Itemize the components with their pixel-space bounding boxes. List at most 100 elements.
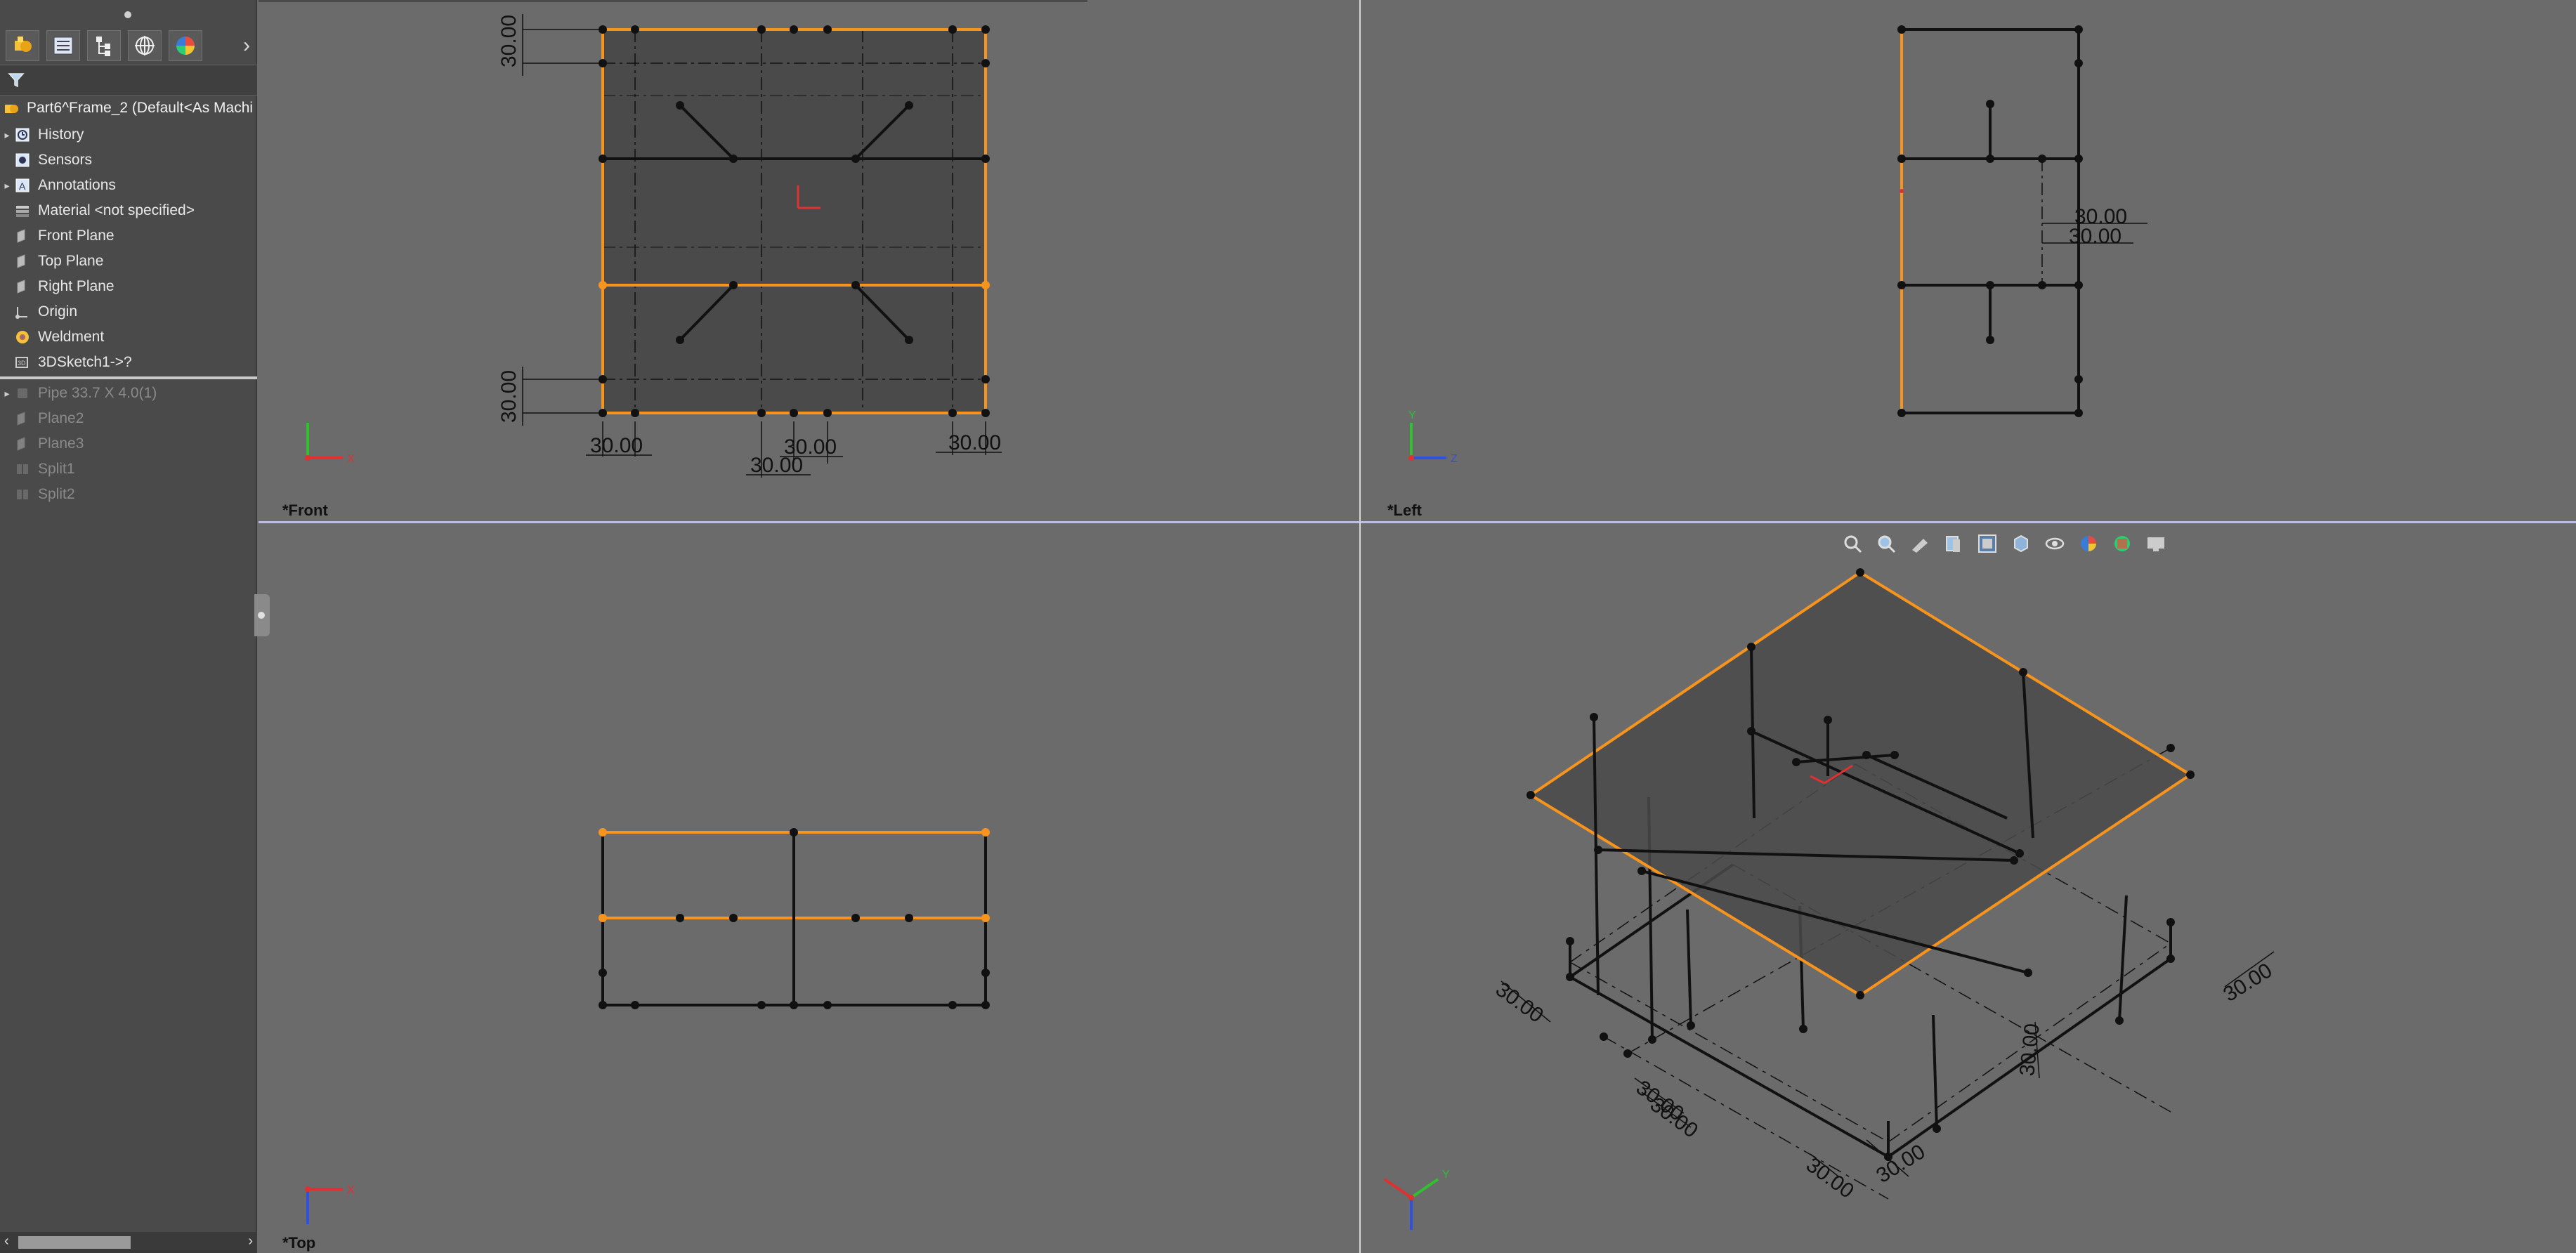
configuration-manager-icon — [96, 37, 110, 56]
hide-show-items-icon[interactable] — [2043, 532, 2067, 556]
viewport-front[interactable]: 30.00 30.00 30.00 30.00 30.00 30.00 X *Front — [259, 0, 1359, 522]
tree-item-3dsketch1[interactable]: 3D 3DSketch1->? — [0, 350, 257, 375]
feature-tree: Part6^Frame_2 (Default<As Machi ▸ History… — [0, 94, 257, 507]
sketch-point — [599, 155, 607, 163]
tree-item-right-plane[interactable]: Right Plane — [0, 274, 257, 299]
property-manager-tab[interactable] — [46, 30, 80, 61]
section-view-icon[interactable] — [1942, 532, 1966, 556]
dimension-label: 30.00 — [2069, 225, 2121, 248]
sketch-point — [981, 969, 990, 977]
sketch-point — [1856, 991, 1864, 999]
feature-manager-panel: › Part6^Frame_2 (Default<As Machi ▸ Histo… — [0, 0, 257, 1253]
selected-point — [599, 281, 607, 289]
selected-point — [599, 914, 607, 922]
expand-arrow-icon[interactable]: ▸ — [0, 180, 14, 192]
post-line — [1932, 1014, 1938, 1129]
tree-item-split2[interactable]: Split2 — [0, 482, 257, 507]
sketch-point — [1747, 727, 1756, 735]
sketch-point — [1590, 713, 1598, 721]
dimxpert-tab[interactable] — [128, 30, 162, 61]
expand-arrow-icon[interactable]: ▸ — [0, 129, 14, 141]
viewport-left[interactable]: 30.00 30.00 Z Y *Left — [1361, 0, 2576, 522]
apply-scene-icon[interactable] — [2110, 532, 2134, 556]
tree-item-label: Annotations — [38, 177, 116, 193]
axis-label-y: Y — [1408, 409, 1416, 421]
heads-up-view-toolbar — [1841, 528, 2168, 559]
feature-manager-tab[interactable] — [6, 30, 39, 61]
tree-item-plane2[interactable]: Plane2 — [0, 406, 257, 431]
top-view-sketch: X — [305, 828, 990, 1224]
coordinate-triad-icon: ZY — [1408, 409, 1458, 465]
zoom-to-fit-icon[interactable] — [1841, 532, 1864, 556]
sketch-point — [676, 101, 684, 110]
plane-icon — [14, 253, 31, 270]
pipe-icon — [14, 385, 31, 402]
sketch-point — [2015, 849, 2024, 858]
rollback-bar[interactable] — [0, 376, 257, 379]
sketch-point — [1792, 758, 1800, 766]
sketch-point — [823, 1001, 832, 1009]
panel-grip[interactable] — [0, 0, 256, 29]
sketch-point — [631, 409, 639, 417]
zoom-to-area-icon[interactable] — [1874, 532, 1898, 556]
sketch-point — [905, 101, 913, 110]
tabs-overflow-chevron-icon[interactable]: › — [243, 34, 250, 58]
feature-manager-icon — [15, 37, 32, 52]
tree-item-label: Pipe 33.7 X 4.0(1) — [38, 385, 157, 401]
scroll-right-icon[interactable]: › — [248, 1233, 253, 1249]
sketch-point — [1897, 155, 1906, 163]
configuration-manager-tab[interactable] — [87, 30, 121, 61]
origin-point — [1900, 189, 1904, 193]
sketch-point — [981, 375, 990, 383]
view-orientation-icon[interactable] — [1975, 532, 1999, 556]
dimension-label: 30.00 — [2015, 1023, 2044, 1077]
scroll-thumb[interactable] — [18, 1236, 131, 1249]
tree-item-split1[interactable]: Split1 — [0, 457, 257, 482]
sketch-point — [2019, 668, 2027, 676]
tree-item-label: Split1 — [38, 461, 75, 477]
origin-icon — [14, 303, 31, 320]
plane-icon — [14, 435, 31, 452]
sketch-point — [790, 409, 798, 417]
dimension-label: 30.00 — [497, 15, 521, 67]
sketch-point — [1566, 973, 1574, 981]
viewport-vertical-splitter[interactable] — [1359, 0, 1361, 1253]
tree-item-annotations[interactable]: ▸ A Annotations — [0, 173, 257, 198]
tree-horizontal-scrollbar[interactable]: ‹ › — [0, 1232, 257, 1253]
sketch-point — [2115, 1016, 2124, 1025]
tree-item-weldment[interactable]: Weldment — [0, 324, 257, 350]
dimension-label: 30.00 — [1802, 1153, 1858, 1203]
tree-item-pipe-33-7-x-4-0-1[interactable]: ▸ Pipe 33.7 X 4.0(1) — [0, 381, 257, 406]
sketch-point — [2074, 155, 2083, 163]
member-line — [1569, 976, 1889, 1158]
tree-item-sensors[interactable]: Sensors — [0, 147, 257, 173]
tree-item-front-plane[interactable]: Front Plane — [0, 223, 257, 249]
display-style-icon[interactable] — [2009, 532, 2033, 556]
previous-view-icon[interactable] — [1908, 532, 1932, 556]
viewport-horizontal-splitter[interactable] — [259, 521, 2576, 523]
edit-appearance-icon[interactable] — [2077, 532, 2100, 556]
sketch-point — [851, 155, 860, 163]
tree-item-label: Right Plane — [38, 278, 115, 294]
expand-arrow-icon[interactable]: ▸ — [0, 388, 14, 400]
sketch-point — [981, 1001, 990, 1009]
tree-item-material-not-specified[interactable]: Material <not specified> — [0, 198, 257, 223]
tree-item-origin[interactable]: Origin — [0, 299, 257, 324]
sketch-point — [1933, 1124, 1941, 1133]
scroll-left-icon[interactable]: ‹ — [4, 1233, 9, 1249]
sketch-point — [790, 1001, 798, 1009]
selected-point — [599, 828, 607, 837]
viewport-top[interactable]: X *Top — [259, 523, 1359, 1253]
tree-item-plane3[interactable]: Plane3 — [0, 431, 257, 457]
tree-root-part[interactable]: Part6^Frame_2 (Default<As Machi — [0, 94, 257, 122]
sketch-point — [1687, 1021, 1695, 1030]
tree-item-history[interactable]: ▸ History — [0, 122, 257, 147]
axis-label-x: X — [347, 453, 355, 465]
display-manager-tab[interactable] — [169, 30, 202, 61]
tree-filter-bar[interactable] — [0, 65, 257, 96]
viewport-isometric[interactable]: 30.00 30.00 30.00 30.00 30.00 30.00 30.00 Y — [1361, 523, 2576, 1253]
view-settings-icon[interactable] — [2144, 532, 2168, 556]
split-icon — [14, 486, 31, 503]
sketch-point — [2074, 25, 2083, 34]
tree-item-top-plane[interactable]: Top Plane — [0, 249, 257, 274]
